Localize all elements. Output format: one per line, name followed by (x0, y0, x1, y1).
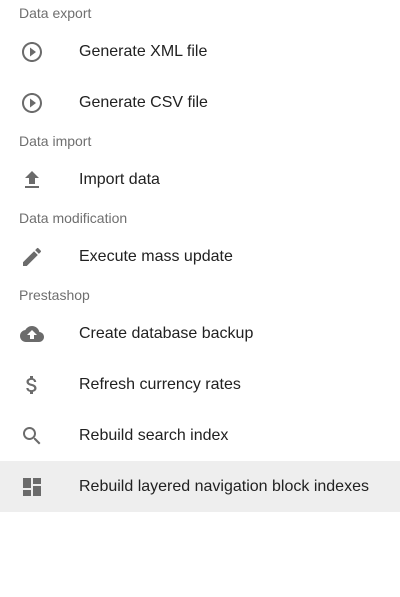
play-circle-icon (20, 91, 44, 115)
menu-item-create-database-backup[interactable]: Create database backup (0, 308, 400, 359)
menu-item-generate-csv[interactable]: Generate CSV file (0, 77, 400, 128)
menu-item-label: Import data (79, 170, 160, 188)
menu-item-label: Generate CSV file (79, 93, 208, 111)
menu-item-label: Execute mass update (79, 247, 233, 265)
menu-item-generate-xml[interactable]: Generate XML file (0, 26, 400, 77)
section-header-data-export: Data export (19, 5, 92, 21)
play-circle-icon (20, 40, 44, 64)
dollar-icon (20, 373, 44, 397)
section-header-data-import: Data import (19, 133, 92, 149)
menu-item-refresh-currency-rates[interactable]: Refresh currency rates (0, 359, 400, 410)
upload-icon (20, 168, 44, 192)
action-menu: Data export Generate XML file Generate C… (0, 0, 400, 597)
menu-item-rebuild-search-index[interactable]: Rebuild search index (0, 410, 400, 461)
dashboard-icon (20, 475, 44, 499)
menu-item-import-data[interactable]: Import data (0, 154, 400, 205)
pencil-icon (20, 245, 44, 269)
search-icon (20, 424, 44, 448)
cloud-upload-icon (20, 322, 44, 346)
menu-item-label: Refresh currency rates (79, 375, 241, 393)
menu-item-label: Generate XML file (79, 42, 208, 60)
menu-item-rebuild-layered-navigation[interactable]: Rebuild layered navigation block indexes (0, 461, 400, 512)
section-header-prestashop: Prestashop (19, 287, 90, 303)
section-header-data-modification: Data modification (19, 210, 128, 226)
menu-item-execute-mass-update[interactable]: Execute mass update (0, 231, 400, 282)
menu-item-label: Rebuild layered navigation block indexes (79, 477, 369, 495)
menu-item-label: Create database backup (79, 324, 254, 342)
menu-item-label: Rebuild search index (79, 426, 229, 444)
